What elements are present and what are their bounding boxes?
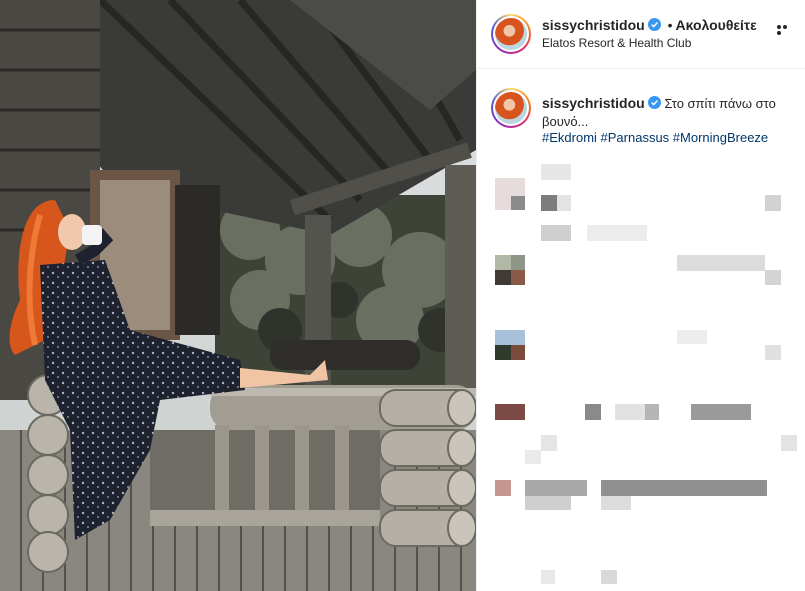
caption-author-avatar[interactable] [491,88,531,128]
verified-badge-icon [647,18,661,31]
comment-like-icon [781,435,797,451]
comment-blurred-text [615,404,645,420]
comment-blurred-text [541,435,557,451]
author-avatar[interactable] [491,14,531,54]
comment-avatar [495,480,511,496]
comment-blurred-text [677,330,707,344]
comment-like-icon [765,270,781,285]
comment-avatar [495,270,511,285]
comment-blurred-text [557,195,571,211]
comment-blurred-text [691,404,751,420]
comment-avatar [495,404,525,420]
post-photo[interactable] [0,0,476,591]
comment-avatar [495,255,511,271]
post-side-panel: sissychristidou • Ακολουθείτε Elatos Reso… [476,0,805,591]
comment-blurred-text [541,195,557,211]
comment-blurred-text [677,255,765,271]
comment-avatar [511,196,525,210]
caption-username[interactable]: sissychristidou [542,95,645,111]
caption-hashtags[interactable]: #Ekdromi #Parnassus #MorningBreeze [542,130,768,145]
follow-status-button[interactable]: Ακολουθείτε [676,17,757,33]
comment-blurred-text [587,225,647,241]
author-username[interactable]: sissychristidou [542,17,645,33]
comment-avatar [511,345,525,360]
comment-avatar [495,330,525,345]
comment-blurred-text [525,496,571,510]
caption-text-block: sissychristidou Στο σπίτι πάνω στο βουνό… [542,94,792,131]
comment-blurred-text [601,480,767,496]
comment-blurred-text [645,404,659,420]
comment-blurred-text [525,480,587,496]
comment-blurred-text [525,450,541,464]
post-location[interactable]: Elatos Resort & Health Club [542,36,691,50]
comment-blurred-text [601,496,631,510]
comment-blurred-text [585,404,601,420]
comment-blurred-text [541,164,571,180]
comment-avatar [511,255,525,271]
comment-blurred-text [541,570,555,584]
post-header: sissychristidou • Ακολουθείτε Elatos Reso… [477,0,805,69]
comment-blurred-text [601,570,617,584]
verified-badge-icon [647,96,661,109]
comment-like-icon [765,345,781,360]
comment-avatar [495,345,511,360]
photo-illustration [0,0,476,591]
comment-blurred-text [541,225,571,241]
comment-like-icon [765,195,781,211]
separator-dot: • [667,17,673,33]
more-options-icon[interactable] [776,24,792,35]
comment-avatar [511,270,525,285]
header-title-line: sissychristidou • Ακολουθείτε [542,17,757,33]
